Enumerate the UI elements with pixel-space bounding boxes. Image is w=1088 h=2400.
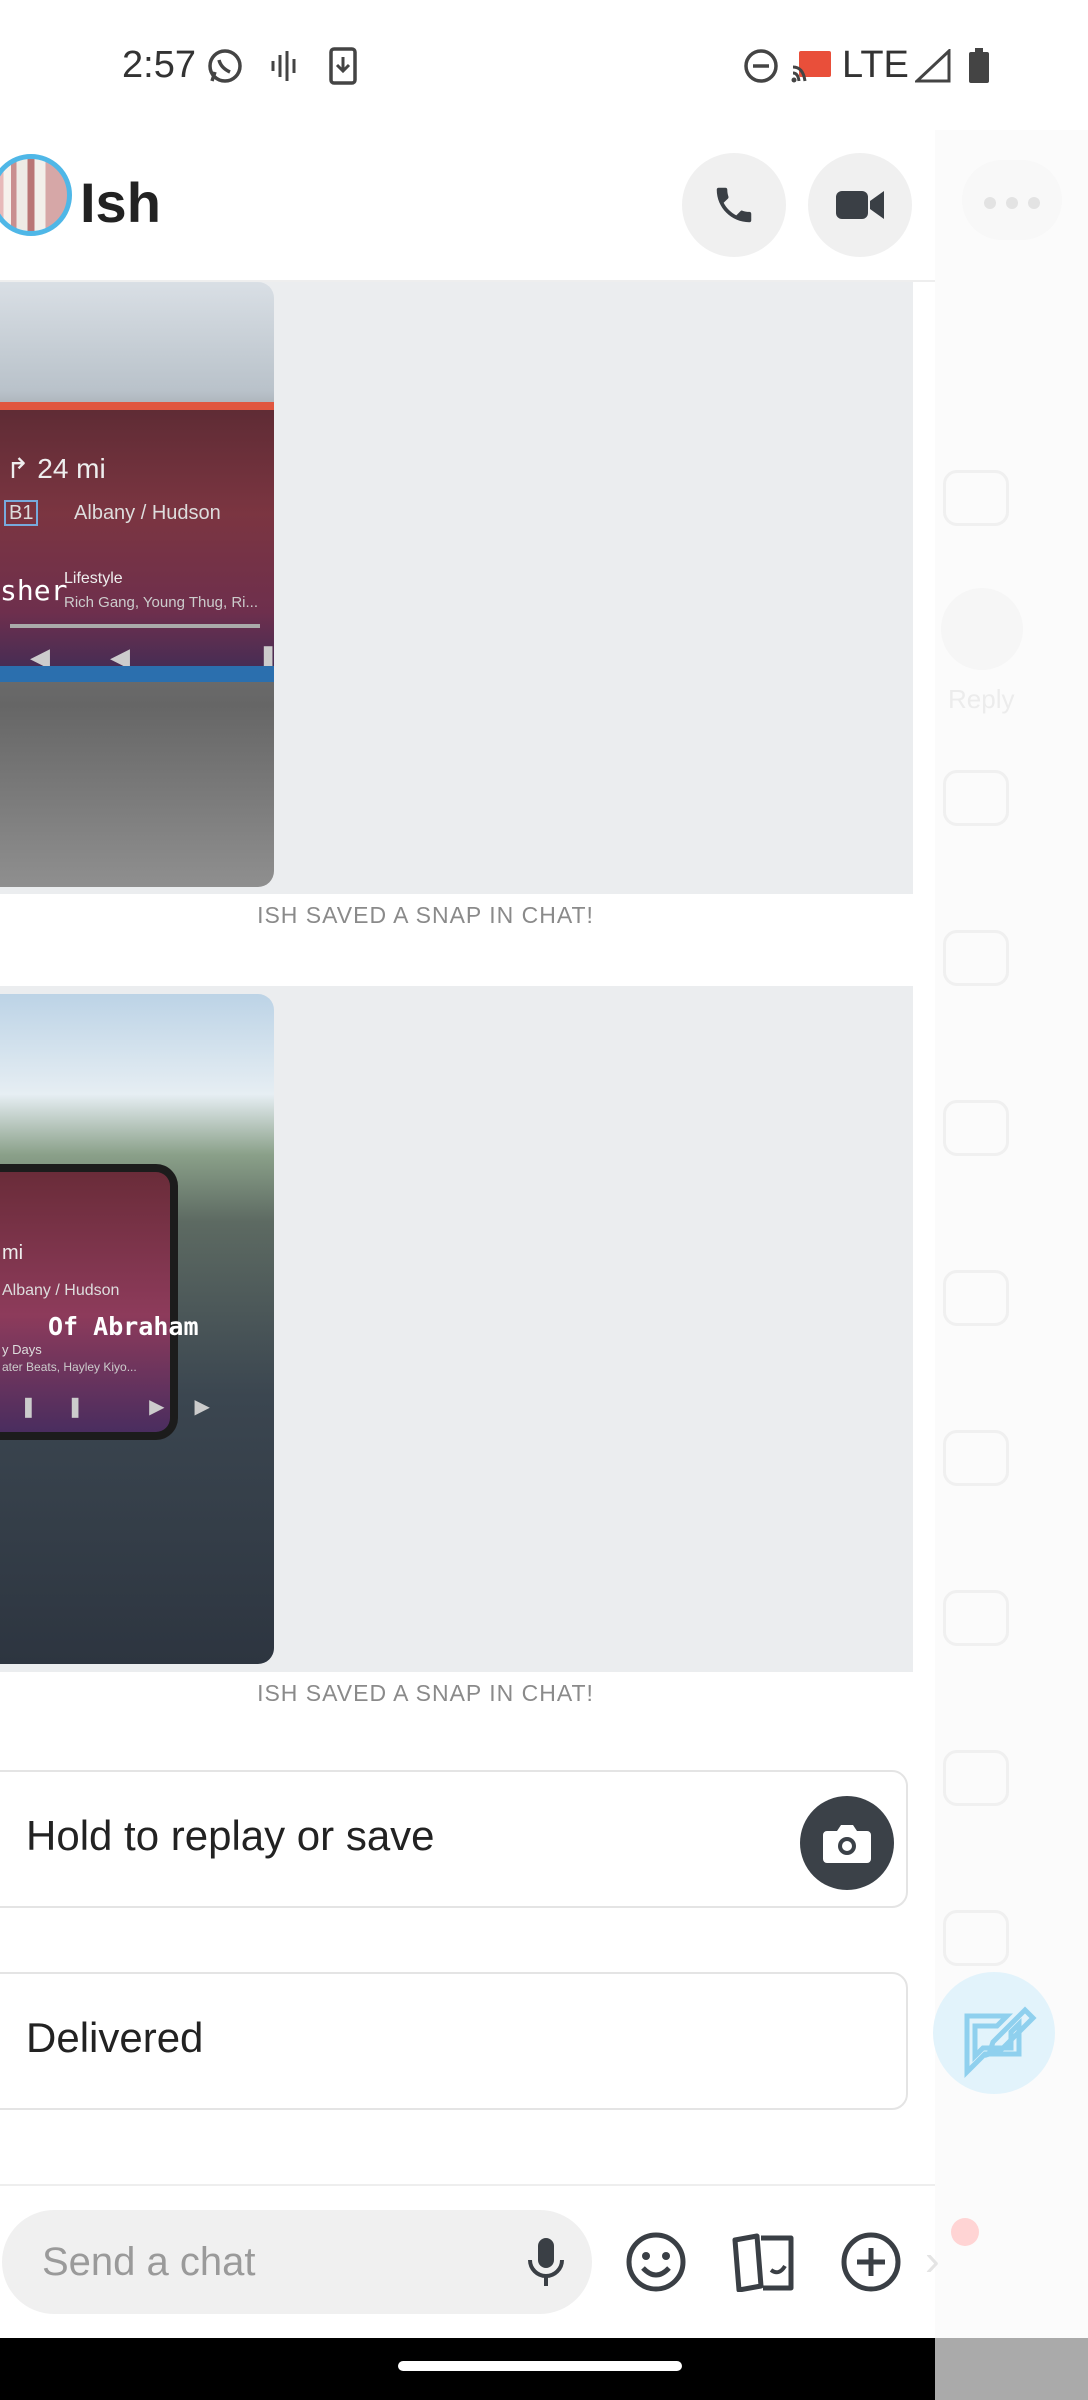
- compose-button[interactable]: [933, 1972, 1055, 2094]
- saved-snap-2[interactable]: mi Albany / Hudson y Days ater Beats, Ha…: [0, 986, 913, 1672]
- snap-caption: sher: [0, 574, 68, 607]
- chat-placeholder: Send a chat: [42, 2240, 256, 2284]
- turn-arrow-icon: ↱: [6, 453, 30, 484]
- phone-icon: [716, 187, 752, 223]
- snap-thumbnail[interactable]: ↱ 24 mi B1 Albany / Hudson Lifestyle Ric…: [0, 282, 274, 887]
- media-controls: ❚❚ ▶▶: [20, 1396, 240, 1418]
- home-handle[interactable]: [398, 2361, 682, 2371]
- reply-button[interactable]: [941, 588, 1023, 670]
- chat-input[interactable]: Send a chat: [2, 2210, 592, 2314]
- song-title: Lifestyle: [64, 570, 123, 587]
- network-type: LTE: [842, 44, 909, 86]
- signal-icon: [914, 46, 952, 86]
- reply-label: Reply: [948, 684, 1015, 714]
- song-artist: Rich Gang, Young Thug, Ri...: [64, 594, 259, 611]
- status-time: 2:57: [122, 44, 196, 86]
- exit-badge: B1: [4, 500, 39, 526]
- car-screen: ↱ 24 mi B1 Albany / Hudson Lifestyle Ric…: [0, 402, 274, 682]
- car-screen: mi Albany / Hudson y Days ater Beats, Ha…: [0, 1164, 210, 1440]
- saved-snap-note: ISH SAVED A SNAP IN CHAT!: [257, 1680, 594, 1706]
- battery-icon: [964, 46, 994, 86]
- camera-button[interactable]: [800, 1796, 894, 1890]
- call-button[interactable]: [682, 153, 786, 257]
- nav-distance: 24 mi: [37, 453, 106, 484]
- microphone-icon: [528, 2238, 564, 2286]
- cast-icon: [790, 46, 834, 86]
- more-icon: [982, 196, 1042, 215]
- dnd-icon: [742, 46, 780, 86]
- replay-message[interactable]: Hold to replay or save: [0, 1770, 908, 1908]
- notification-dot: [951, 2218, 979, 2246]
- song-title: y Days: [2, 1342, 42, 1357]
- song-artist: ater Beats, Hayley Kiyo...: [2, 1360, 137, 1374]
- saved-snap-note: ISH SAVED A SNAP IN CHAT!: [257, 902, 594, 928]
- nav-route: Albany / Hudson: [2, 1282, 120, 1299]
- snap-caption: Of Abraham: [48, 1312, 199, 1341]
- system-nav-bar-edge: [935, 2338, 1088, 2400]
- camera-icon: [823, 1825, 871, 1863]
- nav-distance: mi: [2, 1242, 24, 1264]
- stickers-button[interactable]: [728, 2226, 800, 2298]
- send-arrow-icon[interactable]: ›: [925, 2236, 940, 2286]
- contact-name[interactable]: Ish: [80, 170, 161, 235]
- microphone-button[interactable]: [524, 2232, 568, 2297]
- video-call-button[interactable]: [808, 153, 912, 257]
- stickers-icon: [732, 2233, 794, 2292]
- divider: [0, 2184, 935, 2186]
- voicemail-icon: [266, 46, 302, 86]
- plus-icon: [841, 2232, 901, 2292]
- plus-button[interactable]: [835, 2226, 907, 2298]
- snap-thumbnail[interactable]: mi Albany / Hudson y Days ater Beats, Ha…: [0, 994, 274, 1664]
- nav-route: Albany / Hudson: [74, 502, 221, 524]
- delivered-message[interactable]: Delivered: [0, 1972, 908, 2110]
- compose-icon: [964, 2006, 1037, 2079]
- emoji-icon: [626, 2232, 686, 2292]
- saved-snap-1[interactable]: ↱ 24 mi B1 Albany / Hudson Lifestyle Ric…: [0, 282, 913, 894]
- download-icon: [326, 46, 360, 86]
- video-icon: [836, 191, 884, 219]
- message-text: Delivered: [26, 2014, 204, 2061]
- message-text: Hold to replay or save: [26, 1812, 435, 1859]
- emoji-button[interactable]: [620, 2226, 692, 2298]
- whatsapp-icon: [204, 46, 246, 86]
